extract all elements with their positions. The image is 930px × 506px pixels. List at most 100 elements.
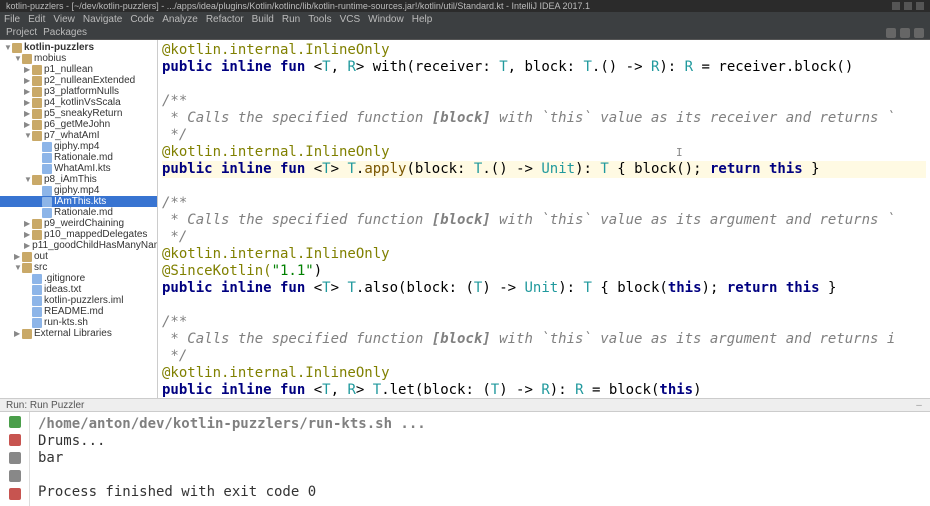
folder-icon: [22, 329, 32, 339]
tree-arrow-icon[interactable]: [24, 87, 32, 96]
restart-icon[interactable]: [9, 452, 21, 464]
tree-label: p7_whatAmI: [44, 130, 100, 141]
tree-label: p9_weirdChaining: [44, 218, 124, 229]
tree-node[interactable]: README.md: [0, 306, 157, 317]
tree-label: p10_mappedDelegates: [44, 229, 147, 240]
tree-arrow-icon[interactable]: [24, 131, 32, 140]
tree-label: p4_kotlinVsScala: [44, 97, 121, 108]
tree-arrow-icon[interactable]: [24, 76, 32, 85]
close-panel-icon[interactable]: –: [914, 400, 924, 410]
tab-packages[interactable]: Packages: [43, 27, 87, 38]
tree-label: p5_sneakyReturn: [44, 108, 122, 119]
menu-navigate[interactable]: Navigate: [83, 14, 122, 25]
file-icon: [42, 153, 52, 163]
tree-node[interactable]: p11_goodChildHasManyNames: [0, 240, 157, 251]
tree-node[interactable]: p4_kotlinVsScala: [0, 97, 157, 108]
exit-icon[interactable]: [9, 488, 21, 500]
tree-node[interactable]: IAmThis.kts: [0, 196, 157, 207]
caret-icon: I: [676, 144, 683, 161]
run-output[interactable]: /home/anton/dev/kotlin-puzzlers/run-kts.…: [30, 412, 930, 506]
tree-node[interactable]: p8_iAmThis: [0, 174, 157, 185]
collapse-icon[interactable]: [900, 28, 910, 38]
folder-icon: [32, 120, 42, 130]
tree-node[interactable]: mobius: [0, 53, 157, 64]
tree-arrow-icon[interactable]: [24, 219, 32, 228]
tree-label: p1_nullean: [44, 64, 93, 75]
min-icon[interactable]: [892, 2, 900, 10]
menu-view[interactable]: View: [53, 14, 75, 25]
output-command: /home/anton/dev/kotlin-puzzlers/run-kts.…: [38, 416, 922, 433]
run-tool-header[interactable]: Run: Run Puzzler –: [0, 398, 930, 412]
tree-arrow-icon[interactable]: [24, 175, 32, 184]
tree-label: Rationale.md: [54, 207, 113, 218]
tree-node[interactable]: ideas.txt: [0, 284, 157, 295]
menu-run[interactable]: Run: [282, 14, 300, 25]
file-icon: [42, 208, 52, 218]
tree-node[interactable]: giphy.mp4: [0, 141, 157, 152]
tree-node[interactable]: p5_sneakyReturn: [0, 108, 157, 119]
tree-arrow-icon[interactable]: [14, 54, 22, 63]
tree-node[interactable]: run-kts.sh: [0, 317, 157, 328]
tree-label: giphy.mp4: [54, 185, 99, 196]
tree-node[interactable]: p10_mappedDelegates: [0, 229, 157, 240]
tree-node[interactable]: .gitignore: [0, 273, 157, 284]
menu-file[interactable]: File: [4, 14, 20, 25]
tree-node[interactable]: p2_nulleanExtended: [0, 75, 157, 86]
project-tree[interactable]: kotlin-puzzlersmobiusp1_nulleanp2_nullea…: [0, 40, 158, 398]
menu-code[interactable]: Code: [130, 14, 154, 25]
folder-icon: [32, 219, 42, 229]
up-icon[interactable]: [9, 470, 21, 482]
tree-arrow-icon[interactable]: [14, 263, 22, 272]
stop-icon[interactable]: [9, 434, 21, 446]
tree-node[interactable]: giphy.mp4: [0, 185, 157, 196]
tree-arrow-icon[interactable]: [14, 329, 22, 338]
max-icon[interactable]: [904, 2, 912, 10]
tree-arrow-icon[interactable]: [14, 252, 22, 261]
tree-arrow-icon[interactable]: [4, 43, 12, 52]
tree-node[interactable]: Rationale.md: [0, 207, 157, 218]
folder-icon: [32, 76, 42, 86]
gear-icon[interactable]: [886, 28, 896, 38]
tree-node[interactable]: out: [0, 251, 157, 262]
menu-vcs[interactable]: VCS: [340, 14, 361, 25]
tree-node[interactable]: src: [0, 262, 157, 273]
close-icon[interactable]: [916, 2, 924, 10]
folder-icon: [32, 87, 42, 97]
tree-node[interactable]: External Libraries: [0, 328, 157, 339]
tree-arrow-icon[interactable]: [24, 98, 32, 107]
code-editor[interactable]: @kotlin.internal.InlineOnly public inlin…: [158, 40, 930, 398]
output-exit: Process finished with exit code 0: [38, 484, 922, 501]
tree-arrow-icon[interactable]: [24, 230, 32, 239]
tree-node[interactable]: p1_nullean: [0, 64, 157, 75]
menu-help[interactable]: Help: [412, 14, 433, 25]
menu-build[interactable]: Build: [252, 14, 274, 25]
tree-label: src: [34, 262, 47, 273]
folder-icon: [12, 43, 22, 53]
tree-node[interactable]: p6_getMeJohn: [0, 119, 157, 130]
tree-arrow-icon[interactable]: [24, 120, 32, 129]
tree-node[interactable]: WhatAmI.kts: [0, 163, 157, 174]
tree-label: out: [34, 251, 48, 262]
tree-node[interactable]: p9_weirdChaining: [0, 218, 157, 229]
tree-label: kotlin-puzzlers: [24, 42, 94, 53]
folder-icon: [22, 252, 32, 262]
folder-icon: [32, 65, 42, 75]
tree-arrow-icon[interactable]: [24, 109, 32, 118]
tree-node[interactable]: Rationale.md: [0, 152, 157, 163]
tree-node[interactable]: kotlin-puzzlers.iml: [0, 295, 157, 306]
menu-refactor[interactable]: Refactor: [206, 14, 244, 25]
menubar: File Edit View Navigate Code Analyze Ref…: [0, 12, 930, 26]
menu-window[interactable]: Window: [368, 14, 404, 25]
output-line: bar: [38, 450, 922, 467]
tree-node[interactable]: kotlin-puzzlers: [0, 42, 157, 53]
tab-project[interactable]: Project: [6, 27, 37, 38]
hide-icon[interactable]: [914, 28, 924, 38]
tree-arrow-icon[interactable]: [24, 241, 30, 250]
tree-arrow-icon[interactable]: [24, 65, 32, 74]
tree-node[interactable]: p7_whatAmI: [0, 130, 157, 141]
rerun-icon[interactable]: [9, 416, 21, 428]
tree-node[interactable]: p3_platformNulls: [0, 86, 157, 97]
menu-analyze[interactable]: Analyze: [162, 14, 198, 25]
menu-edit[interactable]: Edit: [28, 14, 45, 25]
menu-tools[interactable]: Tools: [308, 14, 331, 25]
